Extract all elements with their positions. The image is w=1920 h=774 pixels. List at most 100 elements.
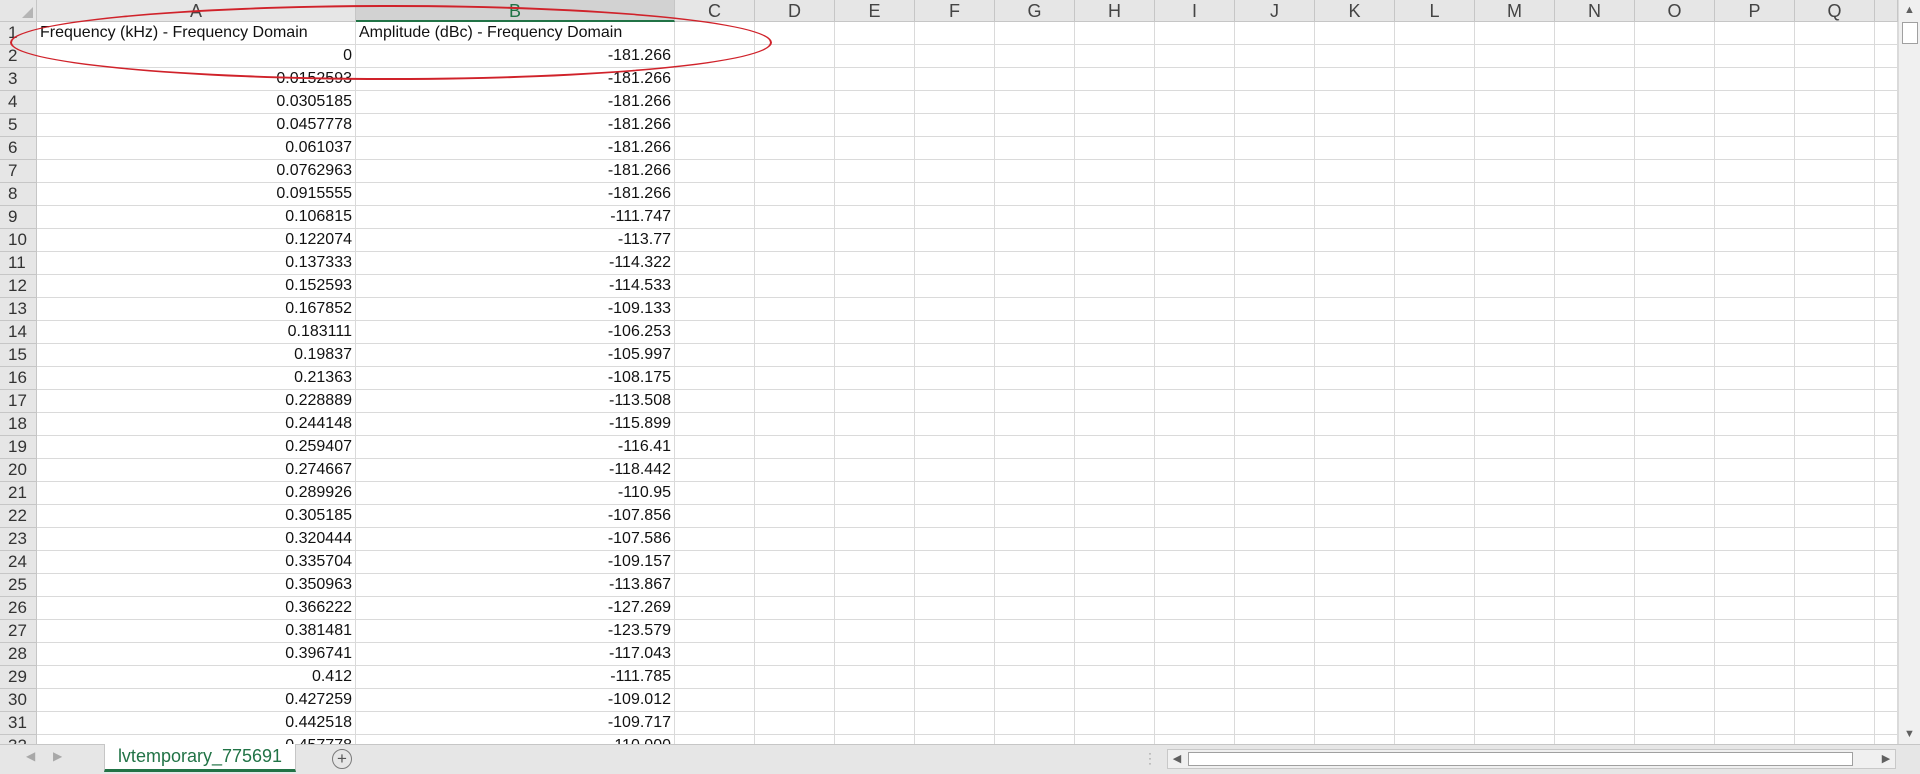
empty-cell[interactable] — [1875, 275, 1898, 298]
empty-cell[interactable] — [1715, 137, 1795, 160]
empty-cell[interactable] — [675, 321, 755, 344]
empty-cell[interactable] — [1075, 183, 1155, 206]
empty-cell[interactable] — [1795, 505, 1875, 528]
row-header[interactable]: 13 — [0, 298, 37, 321]
empty-cell[interactable] — [1235, 390, 1315, 413]
empty-cell[interactable] — [1795, 574, 1875, 597]
empty-cell[interactable] — [915, 91, 995, 114]
empty-cell[interactable] — [1075, 45, 1155, 68]
empty-cell[interactable] — [1315, 643, 1395, 666]
empty-cell[interactable] — [675, 367, 755, 390]
column-header-i[interactable]: I — [1155, 0, 1235, 22]
empty-cell[interactable] — [1875, 183, 1898, 206]
row-header[interactable]: 20 — [0, 459, 37, 482]
empty-cell[interactable] — [1315, 620, 1395, 643]
empty-cell[interactable] — [1635, 551, 1715, 574]
empty-cell[interactable] — [1315, 597, 1395, 620]
empty-cell[interactable] — [1715, 712, 1795, 735]
empty-cell[interactable] — [1795, 183, 1875, 206]
empty-cell[interactable] — [1395, 666, 1475, 689]
empty-cell[interactable] — [1315, 482, 1395, 505]
empty-cell[interactable] — [1635, 252, 1715, 275]
empty-cell[interactable] — [675, 413, 755, 436]
empty-cell[interactable] — [1555, 735, 1635, 744]
row-header[interactable]: 29 — [0, 666, 37, 689]
data-cell-b[interactable]: -127.269 — [356, 597, 675, 620]
empty-cell[interactable] — [1155, 413, 1235, 436]
empty-cell[interactable] — [835, 459, 915, 482]
data-cell-a[interactable]: 0.106815 — [37, 206, 356, 229]
empty-cell[interactable] — [1795, 712, 1875, 735]
row-header[interactable]: 16 — [0, 367, 37, 390]
empty-cell[interactable] — [1875, 367, 1898, 390]
empty-cell[interactable] — [1875, 574, 1898, 597]
empty-cell[interactable] — [755, 482, 835, 505]
empty-cell[interactable] — [995, 68, 1075, 91]
empty-cell[interactable] — [915, 275, 995, 298]
row-header[interactable]: 18 — [0, 413, 37, 436]
empty-cell[interactable] — [1795, 160, 1875, 183]
empty-cell[interactable] — [1395, 735, 1475, 744]
empty-cell[interactable] — [835, 252, 915, 275]
empty-cell[interactable] — [1315, 252, 1395, 275]
empty-cell[interactable] — [1475, 68, 1555, 91]
empty-cell[interactable] — [1715, 183, 1795, 206]
scroll-up-arrow-icon[interactable]: ▲ — [1899, 0, 1920, 20]
empty-cell[interactable] — [835, 505, 915, 528]
empty-cell[interactable] — [1475, 574, 1555, 597]
empty-cell[interactable] — [1235, 735, 1315, 744]
empty-cell[interactable] — [1795, 459, 1875, 482]
empty-cell[interactable] — [835, 137, 915, 160]
empty-cell[interactable] — [1475, 689, 1555, 712]
empty-cell[interactable] — [755, 712, 835, 735]
data-cell-b[interactable]: -181.266 — [356, 45, 675, 68]
empty-cell[interactable] — [1075, 735, 1155, 744]
empty-cell[interactable] — [995, 137, 1075, 160]
empty-cell[interactable] — [835, 160, 915, 183]
empty-cell[interactable] — [1075, 413, 1155, 436]
empty-cell[interactable] — [755, 666, 835, 689]
empty-cell[interactable] — [1475, 712, 1555, 735]
empty-cell[interactable] — [1475, 620, 1555, 643]
empty-cell[interactable] — [1315, 91, 1395, 114]
empty-cell[interactable] — [835, 620, 915, 643]
empty-cell[interactable] — [1555, 413, 1635, 436]
empty-cell[interactable] — [675, 597, 755, 620]
empty-cell[interactable] — [1395, 321, 1475, 344]
column-header-f[interactable]: F — [915, 0, 995, 22]
empty-cell[interactable] — [915, 551, 995, 574]
empty-cell[interactable] — [915, 574, 995, 597]
data-cell-b[interactable]: -117.043 — [356, 643, 675, 666]
empty-cell[interactable] — [1075, 597, 1155, 620]
empty-cell[interactable] — [1875, 45, 1898, 68]
empty-cell[interactable] — [1715, 229, 1795, 252]
data-cell-b[interactable]: -114.322 — [356, 252, 675, 275]
empty-cell[interactable] — [755, 574, 835, 597]
empty-cell[interactable] — [1715, 482, 1795, 505]
data-cell-a[interactable]: 0.274667 — [37, 459, 356, 482]
empty-cell[interactable] — [1235, 321, 1315, 344]
empty-cell[interactable] — [915, 413, 995, 436]
row-header[interactable]: 9 — [0, 206, 37, 229]
empty-cell[interactable] — [1555, 45, 1635, 68]
column-header-q[interactable]: Q — [1795, 0, 1875, 22]
empty-cell[interactable] — [1075, 367, 1155, 390]
empty-cell[interactable] — [755, 344, 835, 367]
empty-cell[interactable] — [915, 643, 995, 666]
empty-cell[interactable] — [755, 22, 835, 45]
empty-cell[interactable] — [1315, 413, 1395, 436]
empty-cell[interactable] — [675, 137, 755, 160]
empty-cell[interactable] — [1075, 528, 1155, 551]
empty-cell[interactable] — [995, 643, 1075, 666]
empty-cell[interactable] — [835, 528, 915, 551]
empty-cell[interactable] — [1315, 574, 1395, 597]
empty-cell[interactable] — [675, 45, 755, 68]
empty-cell[interactable] — [995, 413, 1075, 436]
empty-cell[interactable] — [675, 68, 755, 91]
empty-cell[interactable] — [1395, 689, 1475, 712]
column-header-o[interactable]: O — [1635, 0, 1715, 22]
empty-cell[interactable] — [1395, 459, 1475, 482]
empty-cell[interactable] — [835, 689, 915, 712]
data-cell-a[interactable]: 0.0457778 — [37, 114, 356, 137]
empty-cell[interactable] — [1475, 275, 1555, 298]
